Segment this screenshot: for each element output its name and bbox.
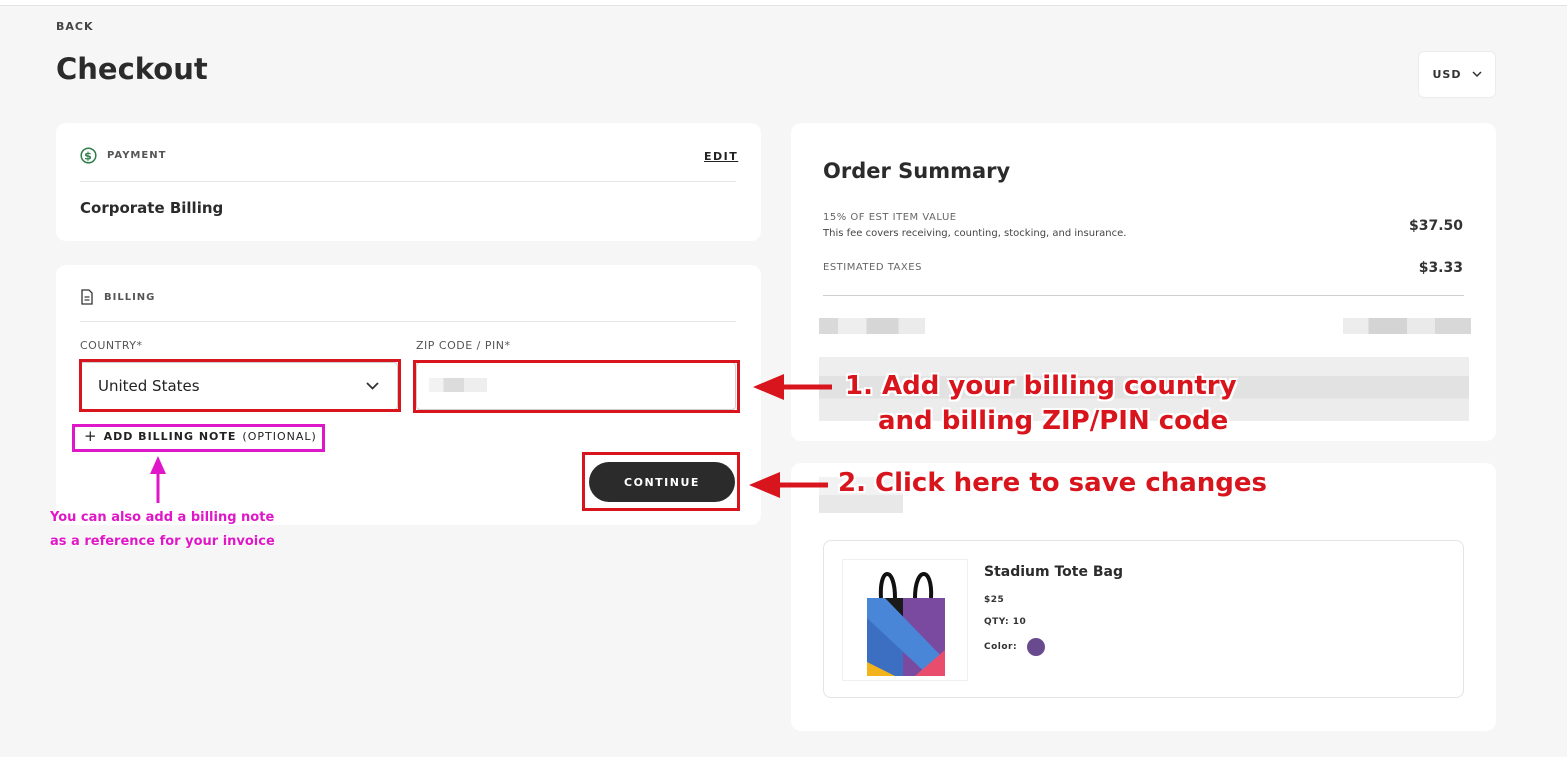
annotation-arrows [150,374,832,503]
annotation-note-line2: as a reference for your invoice [50,534,275,549]
annotation-step1-line2: and billing ZIP/PIN code [878,406,1229,436]
annotation-note: You can also add a billing note as a ref… [50,506,275,554]
arrow-2 [749,472,828,498]
arrow-1 [753,374,832,400]
annotation-step1-line1: 1. Add your billing country [845,371,1237,401]
annotation-note-line1: You can also add a billing note [50,510,275,525]
annotation-step2: 2. Click here to save changes [838,468,1268,498]
arrow-note [150,456,166,503]
